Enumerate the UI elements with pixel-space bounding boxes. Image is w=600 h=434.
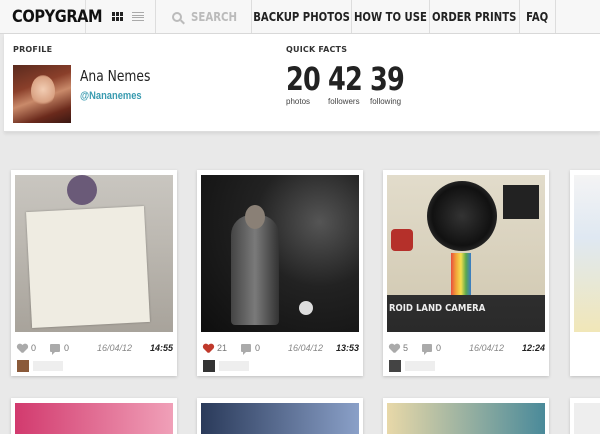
profile-name: Ana Nemes [80, 67, 151, 85]
photo-card[interactable] [197, 398, 363, 434]
search-input[interactable] [191, 9, 242, 24]
owner-avatar[interactable] [17, 360, 29, 372]
photo-meta: 0 0 16/04/12 14:55 [17, 341, 173, 355]
fact-label: following [370, 97, 402, 106]
comment-icon[interactable] [50, 344, 61, 355]
photo-card[interactable] [383, 398, 549, 434]
grid-view-icon[interactable] [112, 12, 124, 21]
heart-icon[interactable] [17, 344, 27, 353]
nav-faq[interactable]: FAQ [520, 0, 556, 33]
photo-card-partial[interactable] [570, 170, 600, 376]
comment-count: 0 [64, 343, 70, 353]
profile-handle[interactable]: @Nananemes [80, 90, 142, 102]
owner-name-placeholder [33, 361, 63, 371]
fact-photos: 20 photos [286, 60, 329, 106]
comment-count: 0 [436, 343, 442, 353]
owner-avatar[interactable] [389, 360, 401, 372]
view-toggle [100, 0, 156, 33]
comment-count: 0 [255, 343, 261, 353]
owner-name-placeholder [219, 361, 249, 371]
search-box [156, 0, 252, 33]
profile-section-label: PROFILE [13, 45, 53, 54]
photo-date: 16/04/12 [288, 343, 324, 353]
fact-value: 39 [370, 60, 405, 98]
nav-backup-photos[interactable]: BACKUP PHOTOS [252, 0, 352, 33]
photo-owner [389, 360, 435, 372]
fact-label: followers [328, 97, 360, 106]
quick-facts-label: QUICK FACTS [286, 45, 348, 54]
photo-owner [203, 360, 249, 372]
photo-thumbnail[interactable]: ROID LAND CAMERA [387, 175, 545, 332]
photo-card[interactable]: ROID LAND CAMERA 5 0 16/04/12 12:24 [383, 170, 549, 376]
camera-label: ROID LAND CAMERA [389, 303, 486, 314]
owner-avatar[interactable] [203, 360, 215, 372]
list-view-icon[interactable] [132, 12, 144, 21]
fact-label: photos [286, 97, 311, 106]
photo-thumbnail[interactable] [15, 175, 173, 332]
photo-time: 12:24 [521, 343, 545, 353]
owner-name-placeholder [405, 361, 435, 371]
comment-icon[interactable] [241, 344, 252, 355]
photo-date: 16/04/12 [97, 343, 133, 353]
photo-card[interactable] [11, 398, 177, 434]
photo-card[interactable]: 0 0 16/04/12 14:55 [11, 170, 177, 376]
fact-value: 42 [328, 60, 363, 98]
photo-card[interactable]: 21 0 16/04/12 13:53 [197, 170, 363, 376]
photo-card-partial[interactable] [570, 398, 600, 434]
fact-following: 39 following [370, 60, 413, 106]
like-count: 0 [31, 343, 37, 353]
like-count: 21 [217, 343, 228, 353]
comment-icon[interactable] [422, 344, 433, 355]
avatar[interactable] [13, 65, 71, 123]
photo-meta: 5 0 16/04/12 12:24 [389, 341, 545, 355]
photo-time: 13:53 [335, 343, 359, 353]
fact-followers: 42 followers [328, 60, 371, 106]
search-icon [172, 11, 182, 22]
profile-panel: PROFILE Ana Nemes @Nananemes QUICK FACTS… [4, 34, 600, 132]
photo-meta: 21 0 16/04/12 13:53 [203, 341, 359, 355]
like-count: 5 [403, 343, 409, 353]
app-logo[interactable]: COPYGRAM [0, 0, 103, 33]
nav-order-prints[interactable]: ORDER PRINTS [430, 0, 520, 33]
photo-thumbnail[interactable] [201, 175, 359, 332]
heart-icon[interactable] [203, 344, 213, 353]
fact-value: 20 [286, 60, 321, 98]
top-nav: COPYGRAM BACKUP PHOTOS HOW TO USE ORDER … [0, 0, 600, 34]
nav-how-to-use[interactable]: HOW TO USE [352, 0, 430, 33]
photo-owner [17, 360, 63, 372]
photo-time: 14:55 [149, 343, 173, 353]
heart-icon[interactable] [389, 344, 399, 353]
photo-date: 16/04/12 [469, 343, 505, 353]
